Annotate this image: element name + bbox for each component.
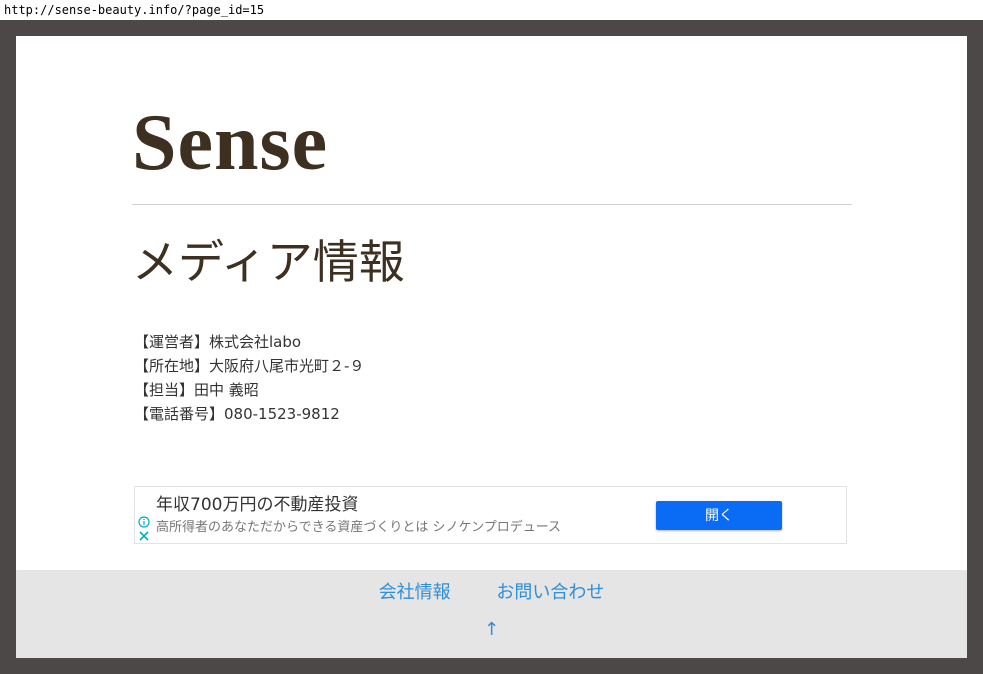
footer-nav: 会社情報 お問い合わせ — [16, 580, 967, 606]
info-address: 【所在地】大阪府八尾市光町２-９ — [134, 357, 365, 375]
footer-link-company[interactable]: 会社情報 — [379, 582, 451, 603]
footer: 会社情報 お問い合わせ ↑ — [16, 570, 967, 658]
company-info: 【運営者】株式会社labo 【所在地】大阪府八尾市光町２-９ 【担当】田中 義昭… — [134, 330, 364, 426]
site-title[interactable]: Sense — [132, 98, 328, 188]
ad-banner[interactable]: 年収700万円の不動産投資 高所得者のあなただからできる資産づくりとは シノケン… — [134, 486, 847, 544]
header-divider — [132, 204, 852, 205]
url-bar[interactable]: http://sense-beauty.info/?page_id=15 — [0, 0, 983, 20]
footer-link-contact[interactable]: お問い合わせ — [496, 582, 604, 603]
info-contact-person: 【担当】田中 義昭 — [134, 381, 259, 399]
page-title: メディア情報 — [132, 235, 405, 289]
info-phone: 【電話番号】080-1523-9812 — [134, 405, 340, 423]
ad-open-button[interactable]: 開く — [656, 501, 782, 530]
close-icon[interactable] — [138, 530, 150, 542]
ad-description[interactable]: 高所得者のあなただからできる資産づくりとは シノケンプロデュース — [156, 519, 561, 537]
info-operator: 【運営者】株式会社labo — [134, 333, 302, 351]
ad-title[interactable]: 年収700万円の不動産投資 — [156, 494, 358, 516]
page-content: Sense メディア情報 【運営者】株式会社labo 【所在地】大阪府八尾市光町… — [16, 36, 967, 658]
back-to-top-link[interactable]: ↑ — [16, 618, 967, 642]
info-icon[interactable] — [138, 516, 150, 528]
